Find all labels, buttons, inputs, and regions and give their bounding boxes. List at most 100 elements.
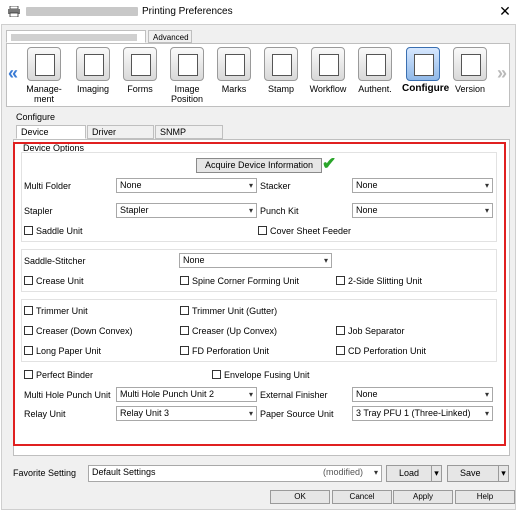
image-position-icon-glyph (178, 54, 198, 76)
toolbar-prev-button[interactable]: « (8, 63, 18, 84)
saddle-unit-checkbox[interactable]: Saddle Unit (24, 225, 83, 237)
tab-device-options[interactable]: Device Options (16, 125, 86, 150)
spine-corner-checkbox[interactable]: Spine Corner Forming Unit (180, 275, 299, 287)
stacker-value: None (356, 180, 378, 190)
workflow-icon (311, 47, 345, 81)
marks-icon-glyph (225, 54, 245, 76)
favorite-setting-select[interactable]: Default Settings (modified) ▾ (88, 465, 382, 482)
toolbar-version-button[interactable]: Version (449, 47, 491, 94)
two-side-slitting-label: 2-Side Slitting Unit (348, 276, 423, 286)
stacker-select[interactable]: None ▾ (352, 178, 493, 193)
save-button[interactable]: Save ▾ (447, 465, 509, 482)
toolbar-stamp-button[interactable]: Stamp (260, 47, 302, 94)
toolbar-label: Manage- ment (26, 84, 62, 104)
stapler-label: Stapler (24, 206, 53, 216)
two-side-slitting-checkbox[interactable]: 2-Side Slitting Unit (336, 275, 422, 287)
authentication-icon-glyph (366, 54, 386, 76)
configure-icon-glyph (414, 54, 434, 76)
management-icon-glyph (35, 54, 55, 76)
creaser-up-checkbox[interactable]: Creaser (Up Convex) (180, 325, 277, 337)
saddle-stitcher-select[interactable]: None ▾ (179, 253, 332, 268)
trimmer-unit-checkbox[interactable]: Trimmer Unit (24, 305, 88, 317)
toolbar-label: Forms (127, 84, 153, 94)
tab-advanced[interactable]: Advanced (148, 30, 192, 43)
printer-name-redacted (26, 7, 138, 16)
cover-sheet-feeder-checkbox[interactable]: Cover Sheet Feeder (258, 225, 351, 237)
authentication-icon (358, 47, 392, 81)
multi-hole-punch-select[interactable]: Multi Hole Punch Unit 2 ▾ (116, 387, 257, 402)
acquire-device-info-button[interactable]: Acquire Device Information (196, 158, 322, 173)
toolbar-workflow-button[interactable]: Workflow (307, 47, 349, 94)
chevron-down-icon[interactable]: ▾ (498, 466, 508, 481)
punch-kit-value: None (356, 205, 378, 215)
multi-hole-punch-label: Multi Hole Punch Unit (24, 390, 111, 400)
toolbar-management-button[interactable]: Manage- ment (23, 47, 65, 104)
relay-unit-label: Relay Unit (24, 409, 66, 419)
toolbar-forms-button[interactable]: Forms (119, 47, 161, 94)
save-label: Save (460, 468, 481, 478)
saddle-stitcher-value: None (183, 255, 205, 265)
chevron-down-icon: ▾ (484, 390, 489, 399)
relay-unit-select[interactable]: Relay Unit 3 ▾ (116, 406, 257, 421)
crease-unit-checkbox[interactable]: Crease Unit (24, 275, 84, 287)
long-paper-checkbox[interactable]: Long Paper Unit (24, 345, 101, 357)
close-button[interactable]: ✕ (497, 3, 513, 19)
tab-label-redacted (11, 34, 137, 41)
ok-button[interactable]: OK (270, 490, 330, 504)
toolbar-image-position-button[interactable]: Image Position (166, 47, 208, 104)
chevron-down-icon: ▾ (373, 468, 378, 477)
external-finisher-value: None (356, 389, 378, 399)
trimmer-gutter-label: Trimmer Unit (Gutter) (192, 306, 278, 316)
cancel-button[interactable]: Cancel (332, 490, 392, 504)
toolbar-next-button[interactable]: » (497, 63, 507, 84)
stacker-label: Stacker (260, 181, 291, 191)
external-finisher-label: External Finisher (260, 390, 328, 400)
crease-unit-label: Crease Unit (36, 276, 84, 286)
stapler-select[interactable]: Stapler ▾ (116, 203, 257, 218)
imaging-icon-glyph (84, 54, 104, 76)
punch-kit-select[interactable]: None ▾ (352, 203, 493, 218)
job-separator-checkbox[interactable]: Job Separator (336, 325, 405, 337)
version-icon (453, 47, 487, 81)
paper-source-label: Paper Source Unit (260, 409, 334, 419)
apply-button[interactable]: Apply (393, 490, 453, 504)
tab-snmp-settings[interactable]: SNMP Settings (155, 125, 223, 150)
tab-basic[interactable] (6, 30, 146, 43)
printer-icon (8, 6, 20, 17)
external-finisher-select[interactable]: None ▾ (352, 387, 493, 402)
toolbar-configure-button[interactable]: Configure (402, 47, 449, 94)
favorite-setting-value: Default Settings (92, 467, 156, 477)
management-icon (27, 47, 61, 81)
forms-icon (123, 47, 157, 81)
chevron-down-icon: ▾ (484, 206, 489, 215)
cd-perforation-checkbox[interactable]: CD Perforation Unit (336, 345, 426, 357)
creaser-down-checkbox[interactable]: Creaser (Down Convex) (24, 325, 133, 337)
toolbar-marks-button[interactable]: Marks (213, 47, 255, 94)
multi-folder-select[interactable]: None ▾ (116, 178, 257, 193)
toolbar-label: Workflow (309, 84, 347, 94)
fd-perforation-label: FD Perforation Unit (192, 346, 270, 356)
creaser-up-label: Creaser (Up Convex) (192, 326, 278, 336)
toolbar-label: Image Position (170, 84, 204, 104)
paper-source-select[interactable]: 3 Tray PFU 1 (Three-Linked) ▾ (352, 406, 493, 421)
envelope-fusing-checkbox[interactable]: Envelope Fusing Unit (212, 369, 310, 381)
chevron-down-icon: ▾ (248, 206, 253, 215)
toolbar-label: Version (454, 84, 486, 94)
stamp-icon-glyph (272, 54, 292, 76)
section-title: Configure (16, 112, 56, 122)
fd-perforation-checkbox[interactable]: FD Perforation Unit (180, 345, 269, 357)
checkmark-icon: ✔ (322, 154, 337, 173)
toolbar-imaging-button[interactable]: Imaging (72, 47, 114, 94)
toolbar-authentication-button[interactable]: Authent. (354, 47, 396, 94)
trimmer-gutter-checkbox[interactable]: Trimmer Unit (Gutter) (180, 305, 277, 317)
load-button[interactable]: Load ▾ (386, 465, 442, 482)
toolbar-label: Stamp (267, 84, 294, 94)
help-button[interactable]: Help (455, 490, 515, 504)
favorite-setting-label: Favorite Setting (13, 468, 77, 478)
perfect-binder-checkbox[interactable]: Perfect Binder (24, 369, 93, 381)
chevron-down-icon[interactable]: ▾ (431, 466, 441, 481)
tab-driver-options[interactable]: Driver Options (87, 125, 154, 150)
long-paper-label: Long Paper Unit (36, 346, 102, 356)
toolbar-label: Authent. (358, 84, 392, 94)
multi-hole-punch-value: Multi Hole Punch Unit 2 (120, 389, 215, 399)
